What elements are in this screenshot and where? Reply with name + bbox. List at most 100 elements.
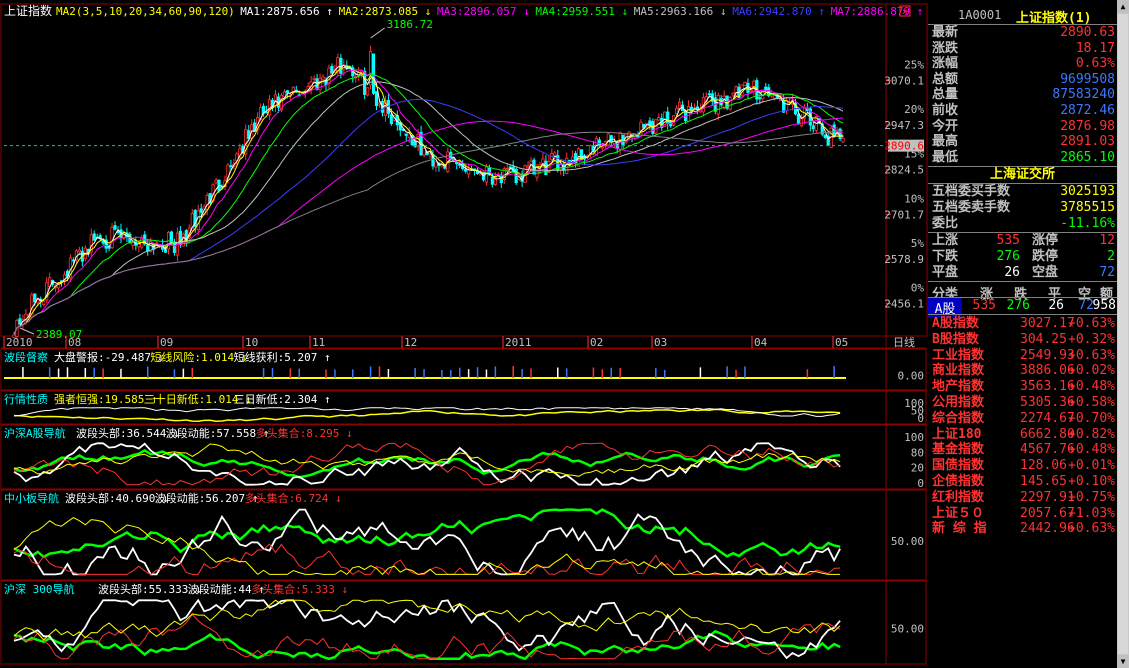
price-tick-label: 2701.7 xyxy=(884,208,924,221)
panel-title: 沪深 300导航 xyxy=(4,582,75,596)
index-row[interactable]: 新 综 指 2442.96 +0.63% xyxy=(928,521,1117,537)
candle-body xyxy=(229,165,233,168)
candle-body xyxy=(363,70,367,95)
pct-tick-label: 0% xyxy=(911,282,925,295)
quote-value: 87583240 xyxy=(1052,87,1115,103)
scroll-up-icon[interactable]: ▲ xyxy=(1117,0,1129,13)
index-row[interactable]: 国债指数 128.06 +0.01% xyxy=(928,458,1117,474)
candle-body xyxy=(371,53,376,94)
current-price-label: 2890.6 xyxy=(884,140,924,153)
quote-label: 涨幅 xyxy=(932,56,959,72)
candle-body xyxy=(811,125,815,130)
index-row[interactable]: B股指数 304.25 +0.32% xyxy=(928,332,1117,348)
index-change: +1.03% xyxy=(1068,505,1115,521)
price-tick-label: 3070.1 xyxy=(884,74,924,87)
candle-body xyxy=(285,90,289,94)
quote-label: 最高 xyxy=(932,134,959,150)
low-annotation: 2389.07 xyxy=(36,328,82,341)
candle-body xyxy=(749,90,753,93)
breadth-row: 上涨 535 涨停 12 xyxy=(928,233,1117,249)
panel-value: 短线获利:5.207 ↑ xyxy=(234,350,331,364)
scroll-down-icon[interactable]: ▼ xyxy=(1117,655,1129,668)
index-row[interactable]: 综合指数 2274.67 +0.70% xyxy=(928,411,1117,427)
quote-row: 总额 9699508 xyxy=(928,72,1117,88)
panel-title: 行情性质 xyxy=(4,392,48,406)
breadth-value: 12 xyxy=(1099,233,1115,248)
main-chart-area[interactable]: 上证指数 MA2(3,5,10,20,34,60,90,120) MA1:2875.… xyxy=(0,0,928,668)
time-tick-label: 02 xyxy=(590,336,603,349)
pct-tick-label: 10% xyxy=(904,192,924,205)
candle-body xyxy=(214,179,218,184)
index-name: 新 综 指 xyxy=(932,521,987,537)
panel-value: 波段头部:36.544 ↓ xyxy=(76,426,180,440)
pct-tick-label: 25% xyxy=(904,58,924,71)
price-tick-label: 2456.1 xyxy=(884,298,924,311)
index-row[interactable]: 红利指数 2297.91 +0.75% xyxy=(928,490,1117,506)
index-value: 3886.06 xyxy=(1020,363,1075,379)
high-annotation: 3186.72 xyxy=(387,18,433,31)
candle-body xyxy=(365,87,370,96)
breadth-value: 2 xyxy=(1107,249,1115,264)
time-tick-label: 2011 xyxy=(505,336,532,349)
scroll-thumb[interactable] xyxy=(1118,14,1128,654)
index-row[interactable]: 商业指数 3886.06 +0.02% xyxy=(928,363,1117,379)
index-name: 地产指数 xyxy=(932,379,985,395)
vertical-scrollbar[interactable]: ▲ ▼ xyxy=(1117,0,1129,668)
candle-body xyxy=(666,111,670,124)
time-tick-label: 10 xyxy=(245,336,258,349)
index-value: 2549.93 xyxy=(1020,347,1075,363)
quote-row: 最低 2865.10 xyxy=(928,150,1117,166)
panel-value: 三日新低:2.304 ↑ xyxy=(234,392,331,406)
index-value: 4567.76 xyxy=(1020,442,1075,458)
price-tick-label: 2578.9 xyxy=(884,253,924,266)
candle-body xyxy=(199,208,203,213)
candle-body xyxy=(505,168,509,170)
time-tick-label: 11 xyxy=(312,336,325,349)
index-name: 工业指数 xyxy=(932,347,985,363)
index-value: 2274.67 xyxy=(1020,410,1075,426)
panel-axis-label: 50.00 xyxy=(891,623,924,636)
index-value: 5305.36 xyxy=(1020,395,1075,410)
category-value: 958 xyxy=(1092,298,1116,313)
candle-body xyxy=(71,259,76,262)
time-tick-label: 04 xyxy=(754,336,768,349)
index-row[interactable]: 公用指数 5305.36 +0.58% xyxy=(928,395,1117,411)
panel-value: 波段动能:56.207 ↑ xyxy=(155,491,259,505)
order-value: 3785515 xyxy=(1060,200,1115,215)
index-row[interactable]: 上证180 6662.80 +0.82% xyxy=(928,427,1117,443)
index-change: +0.48% xyxy=(1068,379,1115,395)
candle-body xyxy=(205,195,209,210)
index-change: +0.75% xyxy=(1068,489,1115,505)
index-row[interactable]: 基金指数 4567.76 +0.48% xyxy=(928,442,1117,458)
quote-row: 总量 87583240 xyxy=(928,87,1117,103)
quote-row: 前收 2872.46 xyxy=(928,103,1117,119)
candle-body xyxy=(716,95,720,115)
index-value: 304.25 xyxy=(1020,331,1067,347)
index-change: +0.63% xyxy=(1068,347,1115,363)
exchange-label: 上海证交所 xyxy=(989,167,1055,182)
index-row[interactable]: 工业指数 2549.93 +0.63% xyxy=(928,348,1117,364)
index-row[interactable]: A股指数 3027.17 +0.63% xyxy=(928,316,1117,332)
index-name: 上证180 xyxy=(932,426,982,442)
index-row[interactable]: 地产指数 3563.16 +0.48% xyxy=(928,379,1117,395)
index-name: 企债指数 xyxy=(932,474,985,489)
candle-body xyxy=(746,82,750,93)
breadth-label: 空盘 xyxy=(1032,265,1059,280)
quote-label: 今开 xyxy=(932,118,959,134)
panel-value: 多头集合:8.295 ↓ xyxy=(256,426,353,440)
time-tick-label: 2010 xyxy=(6,336,33,349)
order-label: 五档委卖手数 xyxy=(932,200,1011,215)
candle-body xyxy=(743,81,747,86)
quote-value: 2872.46 xyxy=(1060,103,1115,118)
candle-body xyxy=(18,318,22,325)
quote-value: 2865.10 xyxy=(1060,149,1115,165)
quote-label: 涨跌 xyxy=(932,40,959,56)
panel-value: 波段头部:55.333 ↓ xyxy=(98,582,202,596)
index-value: 6662.80 xyxy=(1020,426,1075,442)
panel-axis-label: 0 xyxy=(917,477,924,490)
time-tick-label: 12 xyxy=(404,336,417,349)
index-value: 3563.16 xyxy=(1020,379,1075,395)
index-row[interactable]: 企债指数 145.65 +0.10% xyxy=(928,474,1117,490)
index-row[interactable]: 上证５０ 2057.67 +1.03% xyxy=(928,506,1117,522)
quote-label: 前收 xyxy=(932,103,959,118)
